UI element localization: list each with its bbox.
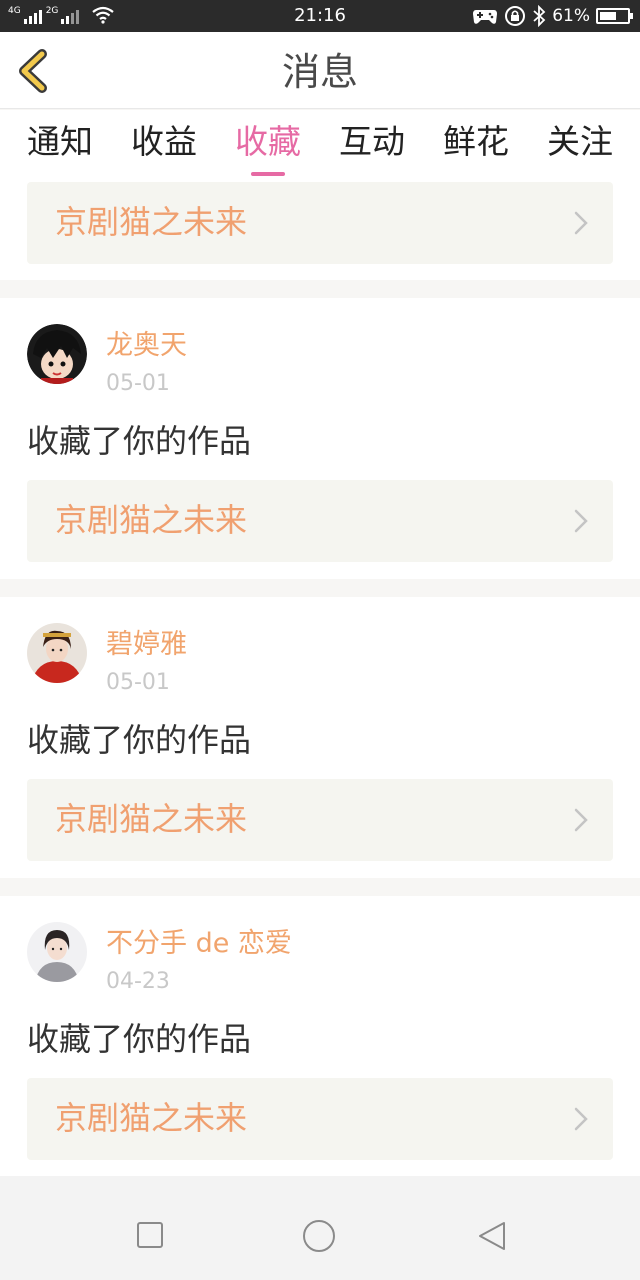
battery-level	[600, 12, 616, 20]
avatar[interactable]	[27, 623, 87, 683]
app-header: 消息	[0, 32, 640, 109]
date: 05-01	[106, 670, 170, 695]
system-nav-bar	[0, 1176, 640, 1280]
avatar[interactable]	[27, 922, 87, 982]
list-item: 不分手 de 恋爱 04-23 收藏了你的作品 京剧猫之未来	[0, 896, 640, 1176]
tab-favorites[interactable]: 收藏	[223, 122, 313, 162]
message-feed[interactable]: 京剧猫之未来 龙奥天 05-01 收藏了你的作品 京剧猫之未来 碧婷雅 05-0…	[0, 180, 640, 1176]
list-item: 碧婷雅 05-01 收藏了你的作品 京剧猫之未来	[0, 597, 640, 878]
active-tab-indicator	[251, 172, 285, 176]
user-name[interactable]: 不分手 de 恋爱	[106, 928, 292, 960]
action-text: 收藏了你的作品	[27, 721, 252, 759]
tab-flowers[interactable]: 鲜花	[431, 122, 521, 162]
chevron-right-icon	[574, 509, 588, 533]
work-title: 京剧猫之未来	[55, 501, 248, 539]
tab-notifications[interactable]: 通知	[15, 122, 105, 162]
bluetooth-icon	[533, 5, 546, 27]
chevron-right-icon	[574, 211, 588, 235]
avatar[interactable]	[27, 324, 87, 384]
work-link[interactable]: 京剧猫之未来	[27, 779, 613, 861]
work-title: 京剧猫之未来	[55, 1099, 248, 1137]
action-text: 收藏了你的作品	[27, 422, 252, 460]
chevron-right-icon	[574, 1107, 588, 1131]
user-name[interactable]: 龙奥天	[106, 330, 187, 362]
work-link[interactable]: 京剧猫之未来	[27, 182, 613, 264]
game-controller-icon	[473, 10, 498, 24]
battery-percent: 61%	[552, 6, 590, 26]
list-item: 京剧猫之未来	[0, 180, 640, 280]
back-nav-button[interactable]	[477, 1220, 507, 1252]
user-name[interactable]: 碧婷雅	[106, 629, 187, 661]
list-item: 龙奥天 05-01 收藏了你的作品 京剧猫之未来	[0, 298, 640, 579]
status-bar: 4G 2G 21:16 61%	[0, 0, 640, 32]
home-button[interactable]	[302, 1219, 336, 1253]
girl-photo-avatar-icon	[27, 922, 87, 982]
work-link[interactable]: 京剧猫之未来	[27, 480, 613, 562]
action-text: 收藏了你的作品	[27, 1020, 252, 1058]
work-title: 京剧猫之未来	[55, 800, 248, 838]
page-title: 消息	[281, 50, 358, 94]
cartoon-boy-avatar-icon	[27, 324, 87, 384]
status-right-group: 61%	[472, 5, 633, 27]
work-title: 京剧猫之未来	[55, 203, 248, 241]
chevron-right-icon	[574, 808, 588, 832]
date: 04-23	[106, 969, 170, 994]
girl-red-dress-avatar-icon	[27, 623, 87, 683]
date: 05-01	[106, 371, 170, 396]
tab-following[interactable]: 关注	[535, 122, 625, 162]
tab-earnings[interactable]: 收益	[119, 122, 209, 162]
work-link[interactable]: 京剧猫之未来	[27, 1078, 613, 1160]
recent-apps-button[interactable]	[136, 1221, 164, 1249]
rotation-lock-icon	[505, 6, 526, 26]
tab-interactions[interactable]: 互动	[327, 122, 417, 162]
tab-bar: 通知 收益 收藏 互动 鲜花 关注	[0, 110, 640, 180]
battery-icon	[596, 8, 633, 24]
